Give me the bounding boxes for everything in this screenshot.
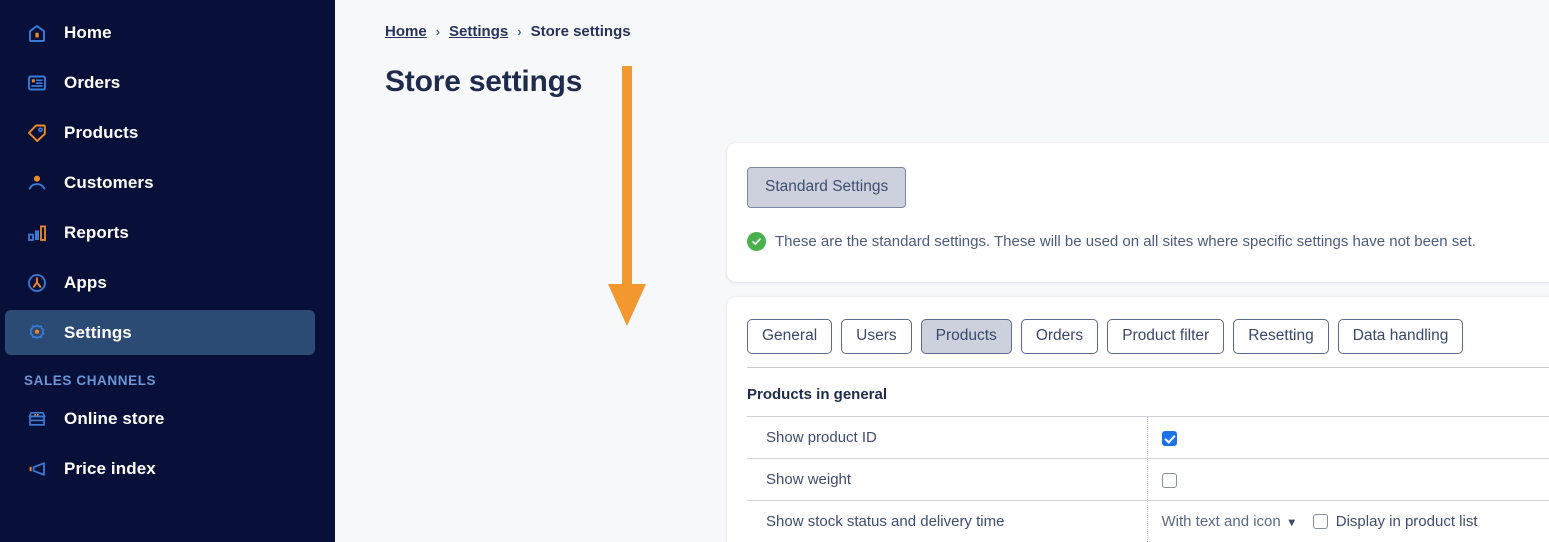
settings-tabs: General Users Products Orders Product fi…	[727, 297, 1549, 354]
sidebar-item-online-store[interactable]: Online store	[5, 396, 315, 441]
table-row: Show product ID	[747, 416, 1549, 459]
row-label: Show weight	[747, 458, 1147, 501]
sidebar: Home Orders Products Customers Reports A…	[0, 0, 335, 542]
standard-settings-button[interactable]: Standard Settings	[747, 167, 907, 208]
row-label: Show stock status and delivery time	[747, 500, 1147, 542]
main-content: Home › Settings › Store settings Store s…	[335, 0, 1549, 542]
sidebar-item-label: Orders	[64, 72, 121, 92]
sidebar-item-label: Online store	[64, 408, 165, 428]
sidebar-item-label: Price index	[64, 458, 156, 478]
stock-status-display-value: With text and icon	[1161, 513, 1281, 530]
standard-settings-card: Standard Settings These are the standard…	[727, 143, 1549, 282]
sidebar-item-label: Products	[64, 122, 139, 142]
row-value	[1146, 458, 1549, 501]
row-label: Show product ID	[747, 416, 1147, 459]
sidebar-item-home[interactable]: Home	[5, 10, 315, 55]
table-row: Show weight	[747, 458, 1549, 501]
sidebar-item-price-index[interactable]: Price index	[5, 446, 315, 491]
tab-users[interactable]: Users	[841, 319, 912, 354]
standard-settings-note-text: These are the standard settings. These w…	[775, 233, 1476, 250]
check-circle-icon	[747, 232, 766, 251]
tab-data-handling[interactable]: Data handling	[1337, 319, 1464, 354]
sidebar-item-reports[interactable]: Reports	[5, 210, 315, 255]
tab-product-filter[interactable]: Product filter	[1107, 319, 1225, 354]
sidebar-item-orders[interactable]: Orders	[5, 60, 315, 105]
breadcrumb-settings[interactable]: Settings	[449, 23, 508, 40]
person-icon	[24, 170, 50, 196]
breadcrumb-current: Store settings	[530, 23, 631, 40]
tag-icon	[24, 120, 50, 146]
sidebar-item-label: Settings	[64, 322, 132, 342]
gear-icon	[24, 320, 50, 346]
sidebar-item-label: Apps	[64, 272, 107, 292]
home-icon	[24, 20, 50, 46]
settings-table: Show product ID Show weight Show stock s…	[747, 416, 1549, 542]
apps-icon	[24, 270, 50, 296]
tab-orders[interactable]: Orders	[1020, 319, 1099, 354]
table-row: Show stock status and delivery time With…	[747, 500, 1549, 542]
store-icon	[24, 406, 50, 432]
sidebar-section-label: SALES CHANNELS	[24, 373, 157, 388]
sidebar-item-customers[interactable]: Customers	[5, 160, 315, 205]
chevron-down-icon: ▾	[1288, 514, 1295, 529]
sidebar-item-label: Customers	[64, 172, 154, 192]
sidebar-item-apps[interactable]: Apps	[5, 260, 315, 305]
chevron-right-icon: ›	[435, 24, 441, 39]
settings-card: General Users Products Orders Product fi…	[727, 297, 1549, 542]
tab-general[interactable]: General	[747, 319, 833, 354]
breadcrumb-home[interactable]: Home	[385, 23, 427, 40]
section-title: Products in general	[747, 386, 888, 403]
sidebar-item-products[interactable]: Products	[5, 110, 315, 155]
orders-icon	[24, 70, 50, 96]
breadcrumb: Home › Settings › Store settings	[385, 0, 1549, 40]
app-window: Home Orders Products Customers Reports A…	[0, 0, 1549, 542]
display-in-product-list-checkbox[interactable]	[1312, 514, 1328, 529]
standard-settings-note: These are the standard settings. These w…	[747, 232, 1549, 251]
row-value	[1146, 416, 1549, 459]
show-product-id-checkbox[interactable]	[1161, 430, 1177, 446]
row-value: With text and icon ▾ Display in product …	[1146, 500, 1549, 542]
display-in-product-list-label: Display in product list	[1335, 513, 1478, 530]
page-title: Store settings	[385, 65, 583, 98]
tab-products[interactable]: Products	[920, 319, 1012, 354]
bar-chart-icon	[24, 220, 50, 246]
stock-status-display-select[interactable]: With text and icon ▾	[1162, 513, 1295, 530]
sidebar-item-settings[interactable]: Settings	[5, 310, 315, 355]
sidebar-item-label: Home	[64, 22, 112, 42]
sidebar-item-label: Reports	[64, 222, 129, 242]
chevron-right-icon: ›	[517, 24, 522, 39]
megaphone-icon	[24, 456, 50, 482]
tab-resetting[interactable]: Resetting	[1233, 319, 1329, 354]
show-weight-checkbox[interactable]	[1161, 472, 1177, 488]
